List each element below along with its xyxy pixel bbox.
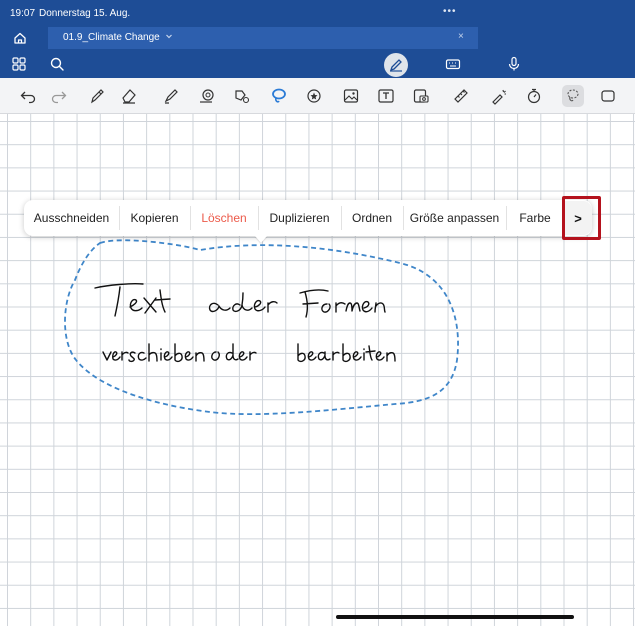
laser-pointer-tool[interactable] [488,85,510,107]
tab-row: 01.9_Climate Change × [0,27,635,49]
selection-icon [567,89,579,102]
keyboard-icon [445,59,461,70]
selection-tool[interactable] [562,85,584,107]
menu-item-color[interactable]: Farbe [506,200,564,236]
document-tab[interactable]: 01.9_Climate Change × [48,27,478,49]
sticker-icon [307,89,321,103]
lasso-tool[interactable] [268,85,290,107]
drawing-toolbar [0,78,635,114]
app-header: 19:07 Donnerstag 15. Aug. ••• 01.9_Clima… [0,0,635,78]
status-date: Donnerstag 15. Aug. [39,8,131,19]
sticker-tool[interactable] [303,85,325,107]
top-toolbar [0,51,635,77]
status-time: 19:07 [10,8,36,19]
text-box-icon [378,89,394,103]
redo-button[interactable] [48,85,70,107]
undo-button[interactable] [17,85,39,107]
ruler-tool[interactable] [450,85,472,107]
context-menu-pointer [255,236,267,243]
context-menu: Ausschneiden Kopieren Löschen Dupliziere… [24,200,592,236]
lasso-icon [272,88,286,103]
image-icon [343,89,359,103]
document-title: 01.9_Climate Change [63,32,160,43]
undo-icon [20,91,36,104]
highlight-annotation-box [562,196,601,240]
status-bar: 19:07 Donnerstag 15. Aug. ••• [0,0,635,22]
pencil-mode-button[interactable] [384,53,408,77]
microphone-icon [508,56,520,71]
text-box-tool[interactable] [375,85,397,107]
lasso-shape-tool[interactable] [231,85,253,107]
eraser-icon [122,89,136,104]
grid-icon [12,57,26,71]
menu-item-arrange[interactable]: Ordnen [341,200,403,236]
keyboard-button[interactable] [442,53,464,75]
shape-icon [601,90,615,102]
multitasking-dots[interactable]: ••• [443,6,457,17]
camera-icon [413,89,429,103]
pen-icon [91,89,104,104]
redo-icon [51,91,67,104]
shape-eraser-tool[interactable] [196,85,218,107]
close-tab-button[interactable]: × [458,31,464,42]
highlighter-icon [164,89,178,104]
home-button[interactable] [12,30,28,46]
highlighter-tool[interactable] [160,85,182,107]
pen-tool[interactable] [86,85,108,107]
shape-tool[interactable] [597,85,619,107]
eraser-tool[interactable] [118,85,140,107]
laser-pointer-icon [492,89,506,105]
grid-button[interactable] [8,53,30,75]
microphone-button[interactable] [503,53,525,75]
search-button[interactable] [46,53,68,75]
menu-item-copy[interactable]: Kopieren [119,200,190,236]
shape-eraser-icon [200,89,214,103]
chevron-down-icon[interactable] [164,31,174,41]
timer-icon [527,88,541,104]
menu-item-duplicate[interactable]: Duplizieren [258,200,341,236]
home-indicator[interactable] [336,615,574,619]
camera-tool[interactable] [410,85,432,107]
menu-item-delete[interactable]: Löschen [190,200,258,236]
search-icon [50,57,64,71]
image-tool[interactable] [340,85,362,107]
note-canvas[interactable] [0,114,635,626]
menu-item-resize[interactable]: Größe anpassen [403,200,506,236]
lasso-shape-icon [235,90,250,104]
ruler-icon [454,89,468,103]
pencil-mode-icon [389,59,402,72]
menu-item-cut[interactable]: Ausschneiden [24,200,119,236]
home-icon [14,32,26,44]
timer-tool[interactable] [523,85,545,107]
